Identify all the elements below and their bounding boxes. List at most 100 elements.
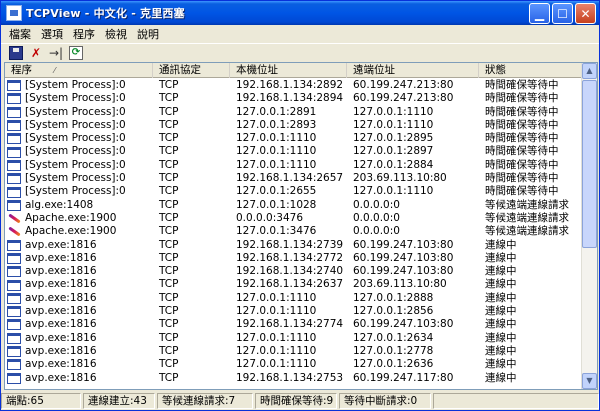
remote-address-cell: 60.199.247.103:80	[353, 238, 454, 251]
protocol-cell: TCP	[159, 92, 179, 105]
table-row[interactable]: [System Process]:0 TCP 192.168.1.134:2894 6…	[5, 92, 583, 105]
process-cell: [System Process]:0	[5, 92, 153, 105]
column-header-local-address[interactable]: 本機位址	[230, 63, 347, 78]
table-row[interactable]: avp.exe:1816 TCP 192.168.1.134:2739 60.199.…	[5, 239, 583, 252]
menu-process[interactable]: 程序	[68, 26, 100, 42]
process-name: [System Process]:0	[25, 105, 126, 118]
title-bar[interactable]: TCPView - 中文化 - 克里西塞 ▁ ☐ ✕	[1, 1, 599, 25]
process-name: [System Process]:0	[25, 158, 126, 171]
table-row[interactable]: [System Process]:0 TCP 127.0.0.1:1110 127.0…	[5, 159, 583, 172]
table-row[interactable]: [System Process]:0 TCP 192.168.1.134:2892 6…	[5, 79, 583, 92]
table-row[interactable]: avp.exe:1816 TCP 127.0.0.1:1110 127.0.0.1:2…	[5, 345, 583, 358]
remote-address-cell: 127.0.0.1:1110	[353, 185, 434, 198]
table-row[interactable]: avp.exe:1816 TCP 127.0.0.1:1110 127.0.0.1:2…	[5, 332, 583, 345]
process-cell: avp.exe:1816	[5, 278, 153, 291]
protocol-cell: TCP	[159, 344, 179, 357]
close-icon: ✕	[580, 6, 591, 21]
local-address-cell: 192.168.1.134:2892	[236, 79, 344, 91]
maximize-icon: ☐	[557, 6, 568, 21]
table-row[interactable]: avp.exe:1816 TCP 192.168.1.134:2753 60.199.…	[5, 372, 583, 385]
protocol-cell: TCP	[159, 198, 179, 211]
local-address-cell: 127.0.0.1:1110	[236, 158, 317, 171]
resolve-address-icon[interactable]: →|	[49, 46, 63, 60]
process-cell: [System Process]:0	[5, 79, 153, 92]
table-row[interactable]: [System Process]:0 TCP 127.0.0.1:2655 127.0…	[5, 185, 583, 198]
scroll-thumb[interactable]	[582, 80, 597, 248]
state-cell: 連線中	[485, 358, 517, 371]
process-window-icon	[7, 133, 21, 145]
app-icon[interactable]	[6, 5, 22, 21]
local-address-cell: 0.0.0.0:3476	[236, 211, 303, 224]
list-header: 程序 ⁄ 通訊協定 本機位址 遠端位址 狀態	[5, 63, 583, 78]
table-row[interactable]: avp.exe:1816 TCP 127.0.0.1:1110 127.0.0.1:2…	[5, 292, 583, 305]
protocol-cell: TCP	[159, 291, 179, 304]
protocol-cell: TCP	[159, 79, 179, 91]
table-row[interactable]: alg.exe:1408 TCP 127.0.0.1:1028 0.0.0.0:0 等候…	[5, 199, 583, 212]
remote-address-cell: 127.0.0.1:1110	[353, 105, 434, 118]
refresh-icon[interactable]: ⟳	[69, 45, 83, 60]
process-cell: avp.exe:1816	[5, 305, 153, 318]
table-row[interactable]: [System Process]:0 TCP 127.0.0.1:2891 127.0…	[5, 106, 583, 119]
remote-address-cell: 127.0.0.1:1110	[353, 118, 434, 131]
table-row[interactable]: avp.exe:1816 TCP 127.0.0.1:1110 127.0.0.1:2…	[5, 358, 583, 371]
remote-address-cell: 60.199.247.213:80	[353, 79, 454, 91]
local-address-cell: 127.0.0.1:1110	[236, 344, 317, 357]
state-cell: 等候遠端連線請求	[485, 225, 569, 238]
process-window-icon	[7, 292, 21, 304]
protocol-cell: TCP	[159, 305, 179, 318]
process-window-icon	[7, 346, 21, 358]
state-cell: 連線中	[485, 291, 517, 304]
column-header-remote-address[interactable]: 遠端位址	[347, 63, 479, 78]
process-window-icon	[7, 93, 21, 105]
sort-ascending-icon: ⁄	[54, 66, 56, 75]
column-header-process[interactable]: 程序 ⁄	[5, 63, 153, 78]
process-cell: [System Process]:0	[5, 145, 153, 158]
state-cell: 時間確保等待中	[485, 92, 559, 105]
list-rows: [System Process]:0 TCP 192.168.1.134:2892 6…	[5, 79, 583, 389]
process-name: avp.exe:1816	[25, 305, 97, 318]
window-controls: ▁ ☐ ✕	[529, 3, 596, 24]
menu-view[interactable]: 檢視	[100, 26, 132, 42]
protocol-cell: TCP	[159, 172, 179, 185]
close-connection-icon[interactable]: ✗	[29, 46, 43, 60]
process-cell: [System Process]:0	[5, 119, 153, 132]
process-cell: alg.exe:1408	[5, 199, 153, 212]
table-row[interactable]: Apache.exe:1900 TCP 127.0.0.1:3476 0.0.0.0:…	[5, 225, 583, 238]
maximize-button[interactable]: ☐	[552, 3, 573, 24]
state-cell: 連線中	[485, 331, 517, 344]
state-cell: 等候遠端連線請求	[485, 211, 569, 224]
remote-address-cell: 127.0.0.1:2856	[353, 305, 434, 318]
column-header-state[interactable]: 狀態	[479, 63, 583, 78]
apache-feather-icon	[7, 226, 21, 237]
table-row[interactable]: avp.exe:1816 TCP 127.0.0.1:1110 127.0.0.1:2…	[5, 305, 583, 318]
process-name: [System Process]:0	[25, 145, 126, 158]
scroll-up-icon[interactable]: ▲	[582, 63, 597, 79]
table-row[interactable]: [System Process]:0 TCP 127.0.0.1:1110 127.0…	[5, 145, 583, 158]
minimize-button[interactable]: ▁	[529, 3, 550, 24]
table-row[interactable]: [System Process]:0 TCP 127.0.0.1:1110 127.0…	[5, 132, 583, 145]
table-row[interactable]: avp.exe:1816 TCP 192.168.1.134:2637 203.69.…	[5, 278, 583, 291]
table-row[interactable]: avp.exe:1816 TCP 192.168.1.134:2772 60.199.…	[5, 252, 583, 265]
protocol-cell: TCP	[159, 118, 179, 131]
table-row[interactable]: [System Process]:0 TCP 192.168.1.134:2657 2…	[5, 172, 583, 185]
table-row[interactable]: [System Process]:0 TCP 127.0.0.1:2893 127.0…	[5, 119, 583, 132]
table-row[interactable]: avp.exe:1816 TCP 192.168.1.134:2774 60.199.…	[5, 318, 583, 331]
process-name: avp.exe:1816	[25, 265, 97, 278]
vertical-scrollbar[interactable]: ▲ ▼	[581, 63, 597, 389]
connection-list[interactable]: 程序 ⁄ 通訊協定 本機位址 遠端位址 狀態 [System Process]:0…	[4, 62, 598, 390]
menu-file[interactable]: 檔案	[4, 26, 36, 42]
remote-address-cell: 0.0.0.0:0	[353, 211, 400, 224]
table-row[interactable]: avp.exe:1816 TCP 192.168.1.134:2740 60.199.…	[5, 265, 583, 278]
menu-options[interactable]: 選項	[36, 26, 68, 42]
protocol-cell: TCP	[159, 132, 179, 145]
protocol-cell: TCP	[159, 278, 179, 291]
state-cell: 連線中	[485, 344, 517, 357]
scroll-down-icon[interactable]: ▼	[582, 373, 597, 389]
process-window-icon	[7, 80, 21, 92]
close-button[interactable]: ✕	[575, 3, 596, 24]
menu-help[interactable]: 說明	[132, 26, 164, 42]
local-address-cell: 192.168.1.134:2637	[236, 278, 344, 291]
save-icon[interactable]	[9, 45, 23, 60]
table-row[interactable]: Apache.exe:1900 TCP 0.0.0.0:3476 0.0.0.0:0 等…	[5, 212, 583, 225]
column-header-protocol[interactable]: 通訊協定	[153, 63, 230, 78]
